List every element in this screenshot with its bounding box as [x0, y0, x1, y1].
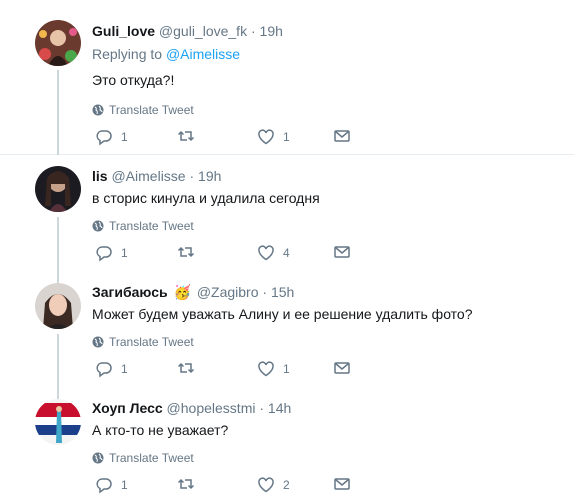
tweet[interactable]: Хоуп Лесс @hopelesstmi · 14h А кто-то не…: [0, 387, 574, 503]
globe-icon: [92, 104, 104, 116]
message-button[interactable]: [333, 475, 351, 493]
like-count: 2: [283, 478, 290, 492]
like-button[interactable]: 2: [257, 475, 290, 495]
reply-button[interactable]: 1: [95, 359, 128, 379]
thread-line: [57, 387, 59, 399]
message-icon: [334, 362, 350, 374]
reply-button[interactable]: 1: [95, 243, 128, 263]
replying-to: Replying to @Aimelisse: [92, 45, 564, 63]
message-icon: [334, 478, 350, 490]
display-name[interactable]: Guli_love: [92, 23, 155, 39]
separator-dot: ·: [259, 400, 265, 416]
party-face-emoji-icon: 🥳: [173, 284, 191, 300]
reply-count: 1: [121, 130, 128, 144]
user-handle[interactable]: @Zagibro: [197, 284, 259, 300]
reply-icon: [96, 246, 112, 262]
like-button[interactable]: 4: [257, 243, 290, 263]
retweet-button[interactable]: [177, 359, 203, 377]
like-icon: [258, 129, 274, 145]
timestamp[interactable]: 19h: [260, 23, 283, 39]
timestamp[interactable]: 15h: [271, 284, 294, 300]
message-icon: [334, 130, 350, 142]
replying-to-link[interactable]: @Aimelisse: [166, 46, 240, 62]
reply-icon: [96, 478, 112, 494]
retweet-icon: [177, 246, 195, 258]
tweet-text: Это откуда?!: [92, 72, 175, 88]
message-button[interactable]: [333, 127, 351, 145]
replying-to-label: Replying to: [92, 46, 163, 62]
like-count: 4: [283, 246, 290, 260]
display-name[interactable]: Загибаюсь: [92, 284, 168, 300]
translate-label: Translate Tweet: [109, 103, 194, 117]
tweet[interactable]: lis @Aimelisse · 19h в сторис кинула и у…: [0, 155, 574, 271]
tweet-header: Хоуп Лесс @hopelesstmi · 14h: [92, 399, 564, 417]
translate-tweet-link[interactable]: Translate Tweet: [92, 102, 564, 118]
reply-icon: [96, 130, 112, 146]
user-handle[interactable]: @Aimelisse: [111, 168, 185, 184]
reply-icon: [96, 362, 112, 378]
globe-icon: [92, 220, 104, 232]
tweet-text: Может будем уважать Алину и ее решение у…: [92, 306, 473, 322]
tweet-header: lis @Aimelisse · 19h: [92, 167, 564, 185]
thread-line: [57, 334, 59, 387]
globe-icon: [92, 452, 104, 464]
retweet-button[interactable]: [177, 475, 203, 493]
translate-label: Translate Tweet: [109, 451, 194, 465]
avatar[interactable]: [35, 20, 81, 66]
translate-label: Translate Tweet: [109, 335, 194, 349]
message-button[interactable]: [333, 359, 351, 377]
thread-line: [57, 217, 59, 271]
timestamp[interactable]: 19h: [198, 168, 221, 184]
retweet-icon: [177, 130, 195, 142]
avatar[interactable]: [35, 166, 81, 212]
display-name[interactable]: Хоуп Лесс: [92, 400, 163, 416]
translate-label: Translate Tweet: [109, 219, 194, 233]
message-icon: [334, 246, 350, 258]
avatar[interactable]: [35, 399, 81, 445]
tweet[interactable]: Загибаюсь 🥳 @Zagibro · 15h Может будем у…: [0, 271, 574, 387]
tweet-header: Загибаюсь 🥳 @Zagibro · 15h: [92, 283, 564, 301]
tweet[interactable]: Guli_love @guli_love_fk · 19h Replying t…: [0, 0, 574, 155]
thread-line: [57, 271, 59, 283]
avatar[interactable]: [35, 283, 81, 329]
tweet-header: Guli_love @guli_love_fk · 19h: [92, 22, 564, 40]
user-handle[interactable]: @guli_love_fk: [159, 23, 247, 39]
reply-count: 1: [121, 478, 128, 492]
tweet-text: в сторис кинула и удалила сегодня: [92, 190, 320, 206]
retweet-button[interactable]: [177, 243, 203, 261]
like-count: 1: [283, 362, 290, 376]
like-button[interactable]: 1: [257, 359, 290, 379]
like-icon: [258, 361, 274, 377]
tweet-text: А кто-то не уважает?: [92, 422, 229, 438]
separator-dot: ·: [189, 168, 195, 184]
reply-count: 1: [121, 246, 128, 260]
separator-dot: ·: [250, 23, 256, 39]
reply-count: 1: [121, 362, 128, 376]
thread-line: [57, 70, 59, 155]
like-count: 1: [283, 130, 290, 144]
translate-tweet-link[interactable]: Translate Tweet: [92, 450, 564, 466]
globe-icon: [92, 336, 104, 348]
translate-tweet-link[interactable]: Translate Tweet: [92, 218, 564, 234]
separator-dot: ·: [262, 284, 268, 300]
like-button[interactable]: 1: [257, 127, 290, 147]
display-name[interactable]: lis: [92, 168, 108, 184]
translate-tweet-link[interactable]: Translate Tweet: [92, 334, 564, 350]
like-icon: [258, 245, 274, 261]
timestamp[interactable]: 14h: [268, 400, 291, 416]
reply-button[interactable]: 1: [95, 127, 128, 147]
retweet-button[interactable]: [177, 127, 203, 145]
like-icon: [258, 477, 274, 493]
reply-button[interactable]: 1: [95, 475, 128, 495]
retweet-icon: [177, 478, 195, 490]
retweet-icon: [177, 362, 195, 374]
user-handle[interactable]: @hopelesstmi: [167, 400, 256, 416]
message-button[interactable]: [333, 243, 351, 261]
